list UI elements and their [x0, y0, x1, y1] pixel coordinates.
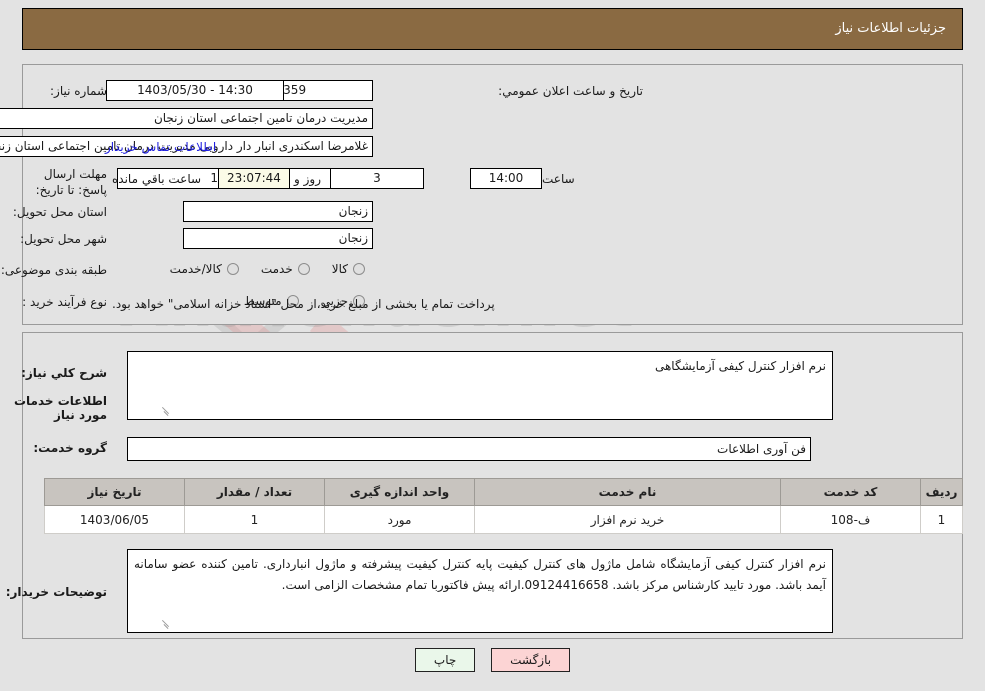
deadline-label: مهلت ارسال پاسخ: تا تاریخ: [35, 167, 107, 197]
table-row[interactable]: 1 ف-108 خرید نرم افزار مورد 1 1403/06/05 [44, 505, 963, 534]
table-cell: خرید نرم افزار [474, 505, 781, 534]
print-button[interactable]: چاپ [414, 648, 476, 672]
general-desc-label: شرح کلي نیاز: [21, 366, 107, 380]
table-cell: 1403/06/05 [44, 505, 185, 534]
table-column-header: نام خدمت [474, 478, 781, 506]
classification-option-label: کالا/خدمت [169, 261, 222, 276]
classification-option-1[interactable]: خدمت [261, 262, 310, 276]
deadline-days-label: روز و [294, 172, 321, 186]
classification-option-label: خدمت [260, 261, 293, 276]
purchase-type-note: پرداخت تمام یا بخشی از مبلغ خرید،از محل … [112, 297, 495, 311]
province-field[interactable]: زنجان [183, 201, 373, 222]
classification-option-2[interactable]: کالا/خدمت [170, 262, 239, 276]
service-group-label: گروه خدمت: [33, 441, 107, 455]
classification-label: طبقه بندی موضوعی: [0, 263, 107, 277]
buyer-contact-link[interactable]: اطلاعات تماس خریدار [105, 140, 216, 154]
table-cell: ف-108 [780, 505, 921, 534]
table-cell: 1 [184, 505, 325, 534]
table-column-header: کد خدمت [780, 478, 921, 506]
province-label: استان محل تحویل: [12, 205, 107, 219]
deadline-hour-label: ساعت [542, 172, 575, 186]
table-cell: مورد [324, 505, 475, 534]
footer-button-bar: بازگشت چاپ [0, 648, 985, 672]
classification-option-0[interactable]: کالا [332, 262, 365, 276]
buyer-notes-textarea[interactable]: نرم افزار کنترل کیفی آزمایشگاه شامل ماژو… [127, 549, 833, 633]
classification-radio-group[interactable]: کالا خدمت کالا/خدمت [148, 261, 365, 276]
city-label: شهر محل تحویل: [20, 232, 107, 246]
table-column-header: تاریخ نیاز [44, 478, 185, 506]
deadline-days-field[interactable]: 3 [330, 168, 424, 189]
need-number-label: شماره نیاز: [50, 84, 107, 98]
deadline-remaining-field: 23:07:44 [218, 168, 290, 189]
window-titlebar: جزئیات اطلاعات نیاز [22, 8, 963, 50]
deadline-hour-field[interactable]: 14:00 [470, 168, 542, 189]
table-header-row: ردیف کد خدمت نام خدمت واحد اندازه گیری تعداد… [44, 478, 963, 506]
buyer-org-field[interactable]: مدیریت درمان تامین اجتماعی استان زنجان [0, 108, 373, 129]
table-column-header: ردیف [920, 478, 963, 506]
public-announce-label: تاریخ و ساعت اعلان عمومي: [498, 84, 643, 98]
resize-handle-icon[interactable] [160, 406, 170, 416]
purchase-type-label: نوع فرآیند خرید : [22, 295, 107, 309]
city-field[interactable]: زنجان [183, 228, 373, 249]
table-column-header: تعداد / مقدار [184, 478, 325, 506]
services-section-heading: اطلاعات خدمات مورد نیاز [13, 394, 107, 422]
table-cell: 1 [920, 505, 963, 534]
radio-icon[interactable] [353, 262, 365, 275]
service-group-field[interactable]: فن آوری اطلاعات [127, 437, 811, 461]
buyer-notes-label: توضیحات خریدار: [5, 585, 107, 599]
deadline-remaining-label: ساعت باقي مانده [112, 172, 202, 186]
public-announce-field[interactable]: 14:30 - 1403/05/30 [106, 80, 284, 101]
general-desc-textarea[interactable]: نرم افزار کنترل کیفی آزمایشگاهی [127, 351, 833, 420]
services-table: ردیف کد خدمت نام خدمت واحد اندازه گیری تعداد… [44, 478, 963, 534]
need-summary-panel [22, 64, 963, 325]
classification-option-label: کالا [331, 261, 348, 276]
page-title: جزئیات اطلاعات نیاز [835, 21, 946, 36]
table-column-header: واحد اندازه گیری [324, 478, 475, 506]
radio-icon[interactable] [226, 262, 239, 275]
resize-handle-icon[interactable] [160, 619, 170, 629]
radio-icon[interactable] [297, 262, 310, 275]
back-button[interactable]: بازگشت [491, 648, 571, 672]
